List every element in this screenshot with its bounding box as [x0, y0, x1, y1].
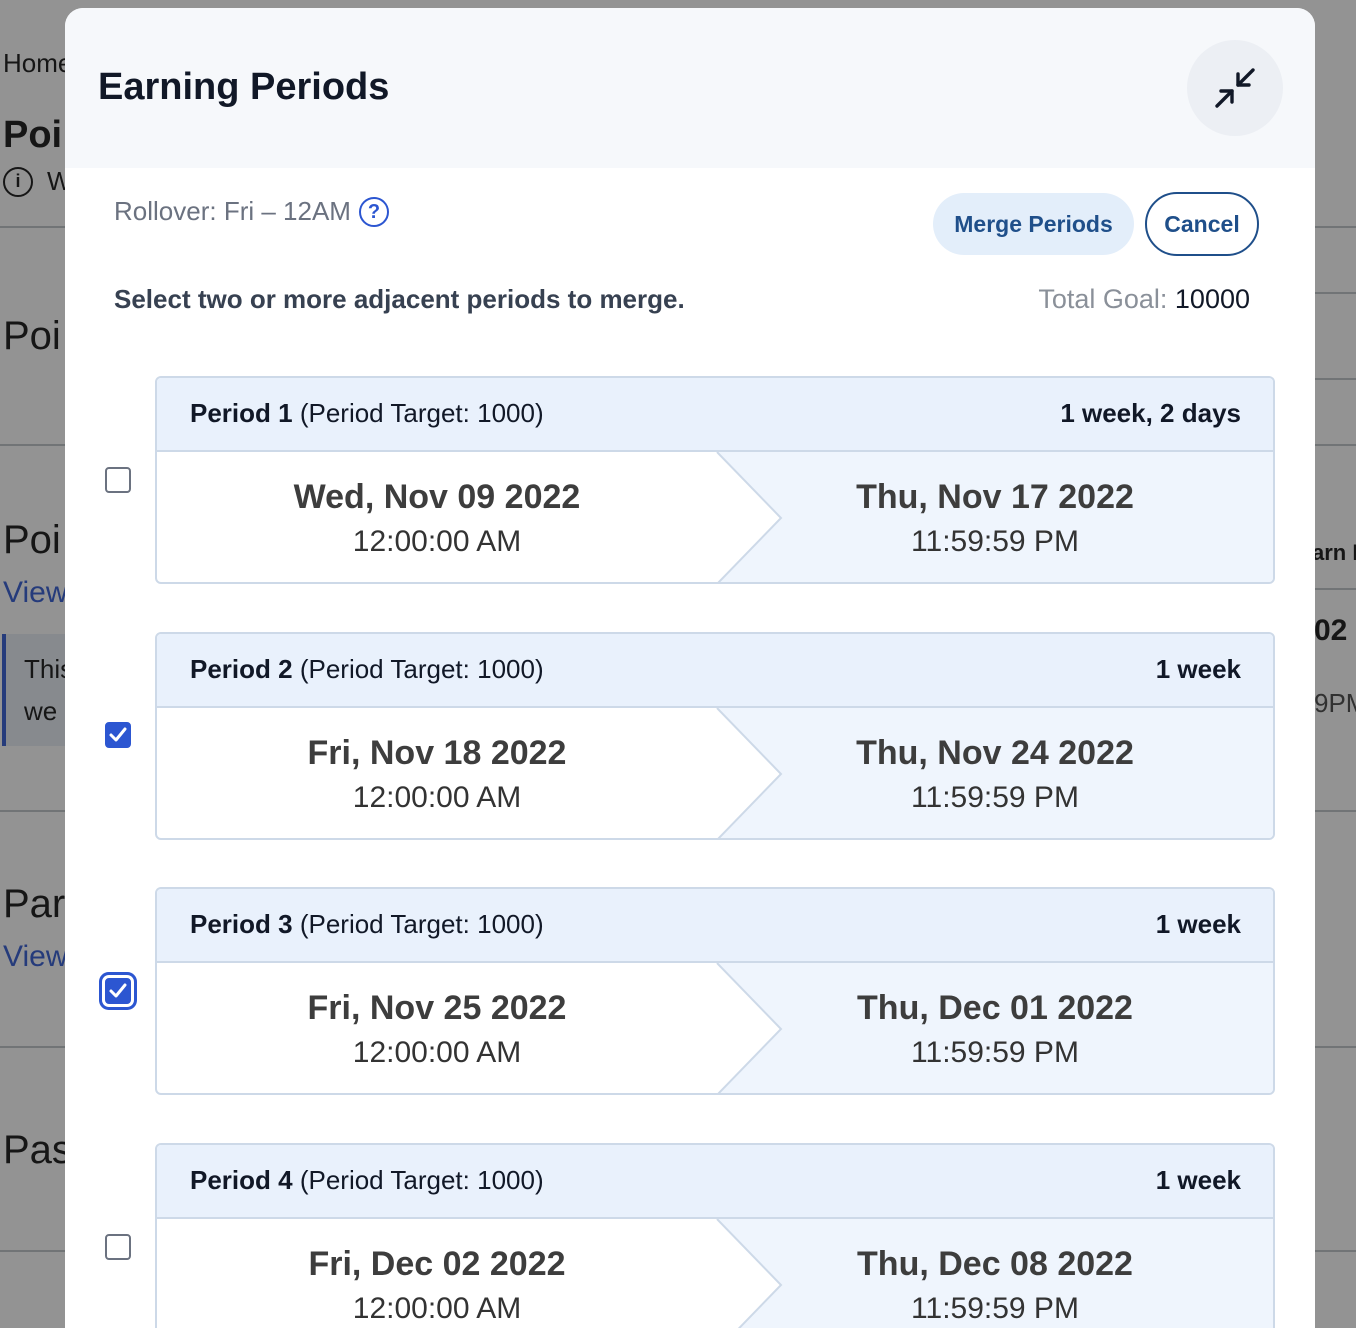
period-end: Thu, Nov 17 2022 11:59:59 PM: [717, 452, 1273, 582]
period-title: Period 4 (Period Target: 1000): [190, 1165, 544, 1196]
end-time: 11:59:59 PM: [911, 1035, 1079, 1069]
end-date: Thu, Dec 01 2022: [857, 988, 1133, 1027]
start-time: 12:00:00 AM: [352, 524, 522, 558]
period-name: Period 2: [190, 654, 293, 684]
total-goal-label: Total Goal:: [1038, 284, 1168, 314]
cancel-button[interactable]: Cancel: [1145, 192, 1259, 256]
period-card-header: Period 2 (Period Target: 1000) 1 week: [157, 634, 1273, 708]
start-date: Wed, Nov 09 2022: [293, 477, 581, 516]
period-card-body: Fri, Dec 02 2022 12:00:00 AM Thu, Dec 08…: [157, 1219, 1273, 1328]
period-checkbox[interactable]: [105, 978, 131, 1004]
period-title: Period 2 (Period Target: 1000): [190, 654, 544, 685]
period-card-body: Fri, Nov 25 2022 12:00:00 AM Thu, Dec 01…: [157, 963, 1273, 1093]
period-duration: 1 week: [1155, 1165, 1241, 1195]
help-icon[interactable]: ?: [358, 196, 389, 227]
period-card: Period 1 (Period Target: 1000) 1 week, 2…: [155, 376, 1275, 584]
start-date: Fri, Nov 25 2022: [307, 988, 567, 1027]
total-goal: Total Goal: 10000: [1038, 284, 1250, 315]
merge-instruction: Select two or more adjacent periods to m…: [114, 284, 685, 314]
period-end: Thu, Dec 01 2022 11:59:59 PM: [717, 963, 1273, 1093]
period-title: Period 3 (Period Target: 1000): [190, 909, 544, 940]
period-checkbox[interactable]: [105, 1234, 131, 1260]
period-start: Wed, Nov 09 2022 12:00:00 AM: [157, 452, 717, 582]
period-target: (Period Target: 1000): [299, 1165, 544, 1195]
period-end: Thu, Nov 24 2022 11:59:59 PM: [717, 708, 1273, 838]
start-time: 12:00:00 AM: [352, 780, 522, 814]
start-time: 12:00:00 AM: [352, 1035, 522, 1069]
period-card-header: Period 1 (Period Target: 1000) 1 week, 2…: [157, 378, 1273, 452]
end-date: Thu, Nov 17 2022: [856, 477, 1134, 516]
period-card-header: Period 4 (Period Target: 1000) 1 week: [157, 1145, 1273, 1219]
start-time: 12:00:00 AM: [352, 1291, 522, 1325]
end-date: Thu, Dec 08 2022: [857, 1244, 1133, 1283]
merge-periods-button[interactable]: Merge Periods: [933, 193, 1134, 255]
period-name: Period 4: [190, 1165, 293, 1195]
total-goal-value: 10000: [1174, 284, 1250, 314]
period-checkbox[interactable]: [105, 722, 131, 748]
modal-header: Earning Periods: [65, 8, 1315, 168]
period-name: Period 3: [190, 909, 293, 939]
rollover-info: Rollover: Fri – 12AM ?: [114, 196, 389, 227]
period-card-body: Wed, Nov 09 2022 12:00:00 AM Thu, Nov 17…: [157, 452, 1273, 582]
collapse-button[interactable]: [1187, 40, 1283, 136]
period-end: Thu, Dec 08 2022 11:59:59 PM: [717, 1219, 1273, 1328]
period-card: Period 3 (Period Target: 1000) 1 week Fr…: [155, 887, 1275, 1095]
collapse-arrows-icon: [1215, 68, 1255, 108]
period-card: Period 4 (Period Target: 1000) 1 week Fr…: [155, 1143, 1275, 1328]
period-card-header: Period 3 (Period Target: 1000) 1 week: [157, 889, 1273, 963]
period-target: (Period Target: 1000): [299, 654, 544, 684]
modal-title: Earning Periods: [98, 66, 390, 108]
period-name: Period 1: [190, 398, 293, 428]
end-time: 11:59:59 PM: [911, 524, 1079, 558]
period-card: Period 2 (Period Target: 1000) 1 week Fr…: [155, 632, 1275, 840]
period-target: (Period Target: 1000): [299, 909, 544, 939]
earning-periods-modal: Earning Periods Rollover: Fri – 12AM ? M…: [65, 8, 1315, 1328]
period-duration: 1 week, 2 days: [1060, 398, 1241, 428]
period-duration: 1 week: [1155, 909, 1241, 939]
start-date: Fri, Nov 18 2022: [307, 733, 567, 772]
checkmark-icon: [109, 727, 127, 742]
period-duration: 1 week: [1155, 654, 1241, 684]
checkmark-icon: [109, 983, 127, 998]
period-start: Fri, Nov 25 2022 12:00:00 AM: [157, 963, 717, 1093]
period-card-body: Fri, Nov 18 2022 12:00:00 AM Thu, Nov 24…: [157, 708, 1273, 838]
end-time: 11:59:59 PM: [911, 1291, 1079, 1325]
end-date: Thu, Nov 24 2022: [856, 733, 1134, 772]
period-checkbox[interactable]: [105, 467, 131, 493]
period-target: (Period Target: 1000): [299, 398, 544, 428]
period-start: Fri, Nov 18 2022 12:00:00 AM: [157, 708, 717, 838]
period-start: Fri, Dec 02 2022 12:00:00 AM: [157, 1219, 717, 1328]
rollover-text: Rollover: Fri – 12AM: [114, 196, 351, 226]
period-title: Period 1 (Period Target: 1000): [190, 398, 544, 429]
end-time: 11:59:59 PM: [911, 780, 1079, 814]
start-date: Fri, Dec 02 2022: [308, 1244, 566, 1283]
